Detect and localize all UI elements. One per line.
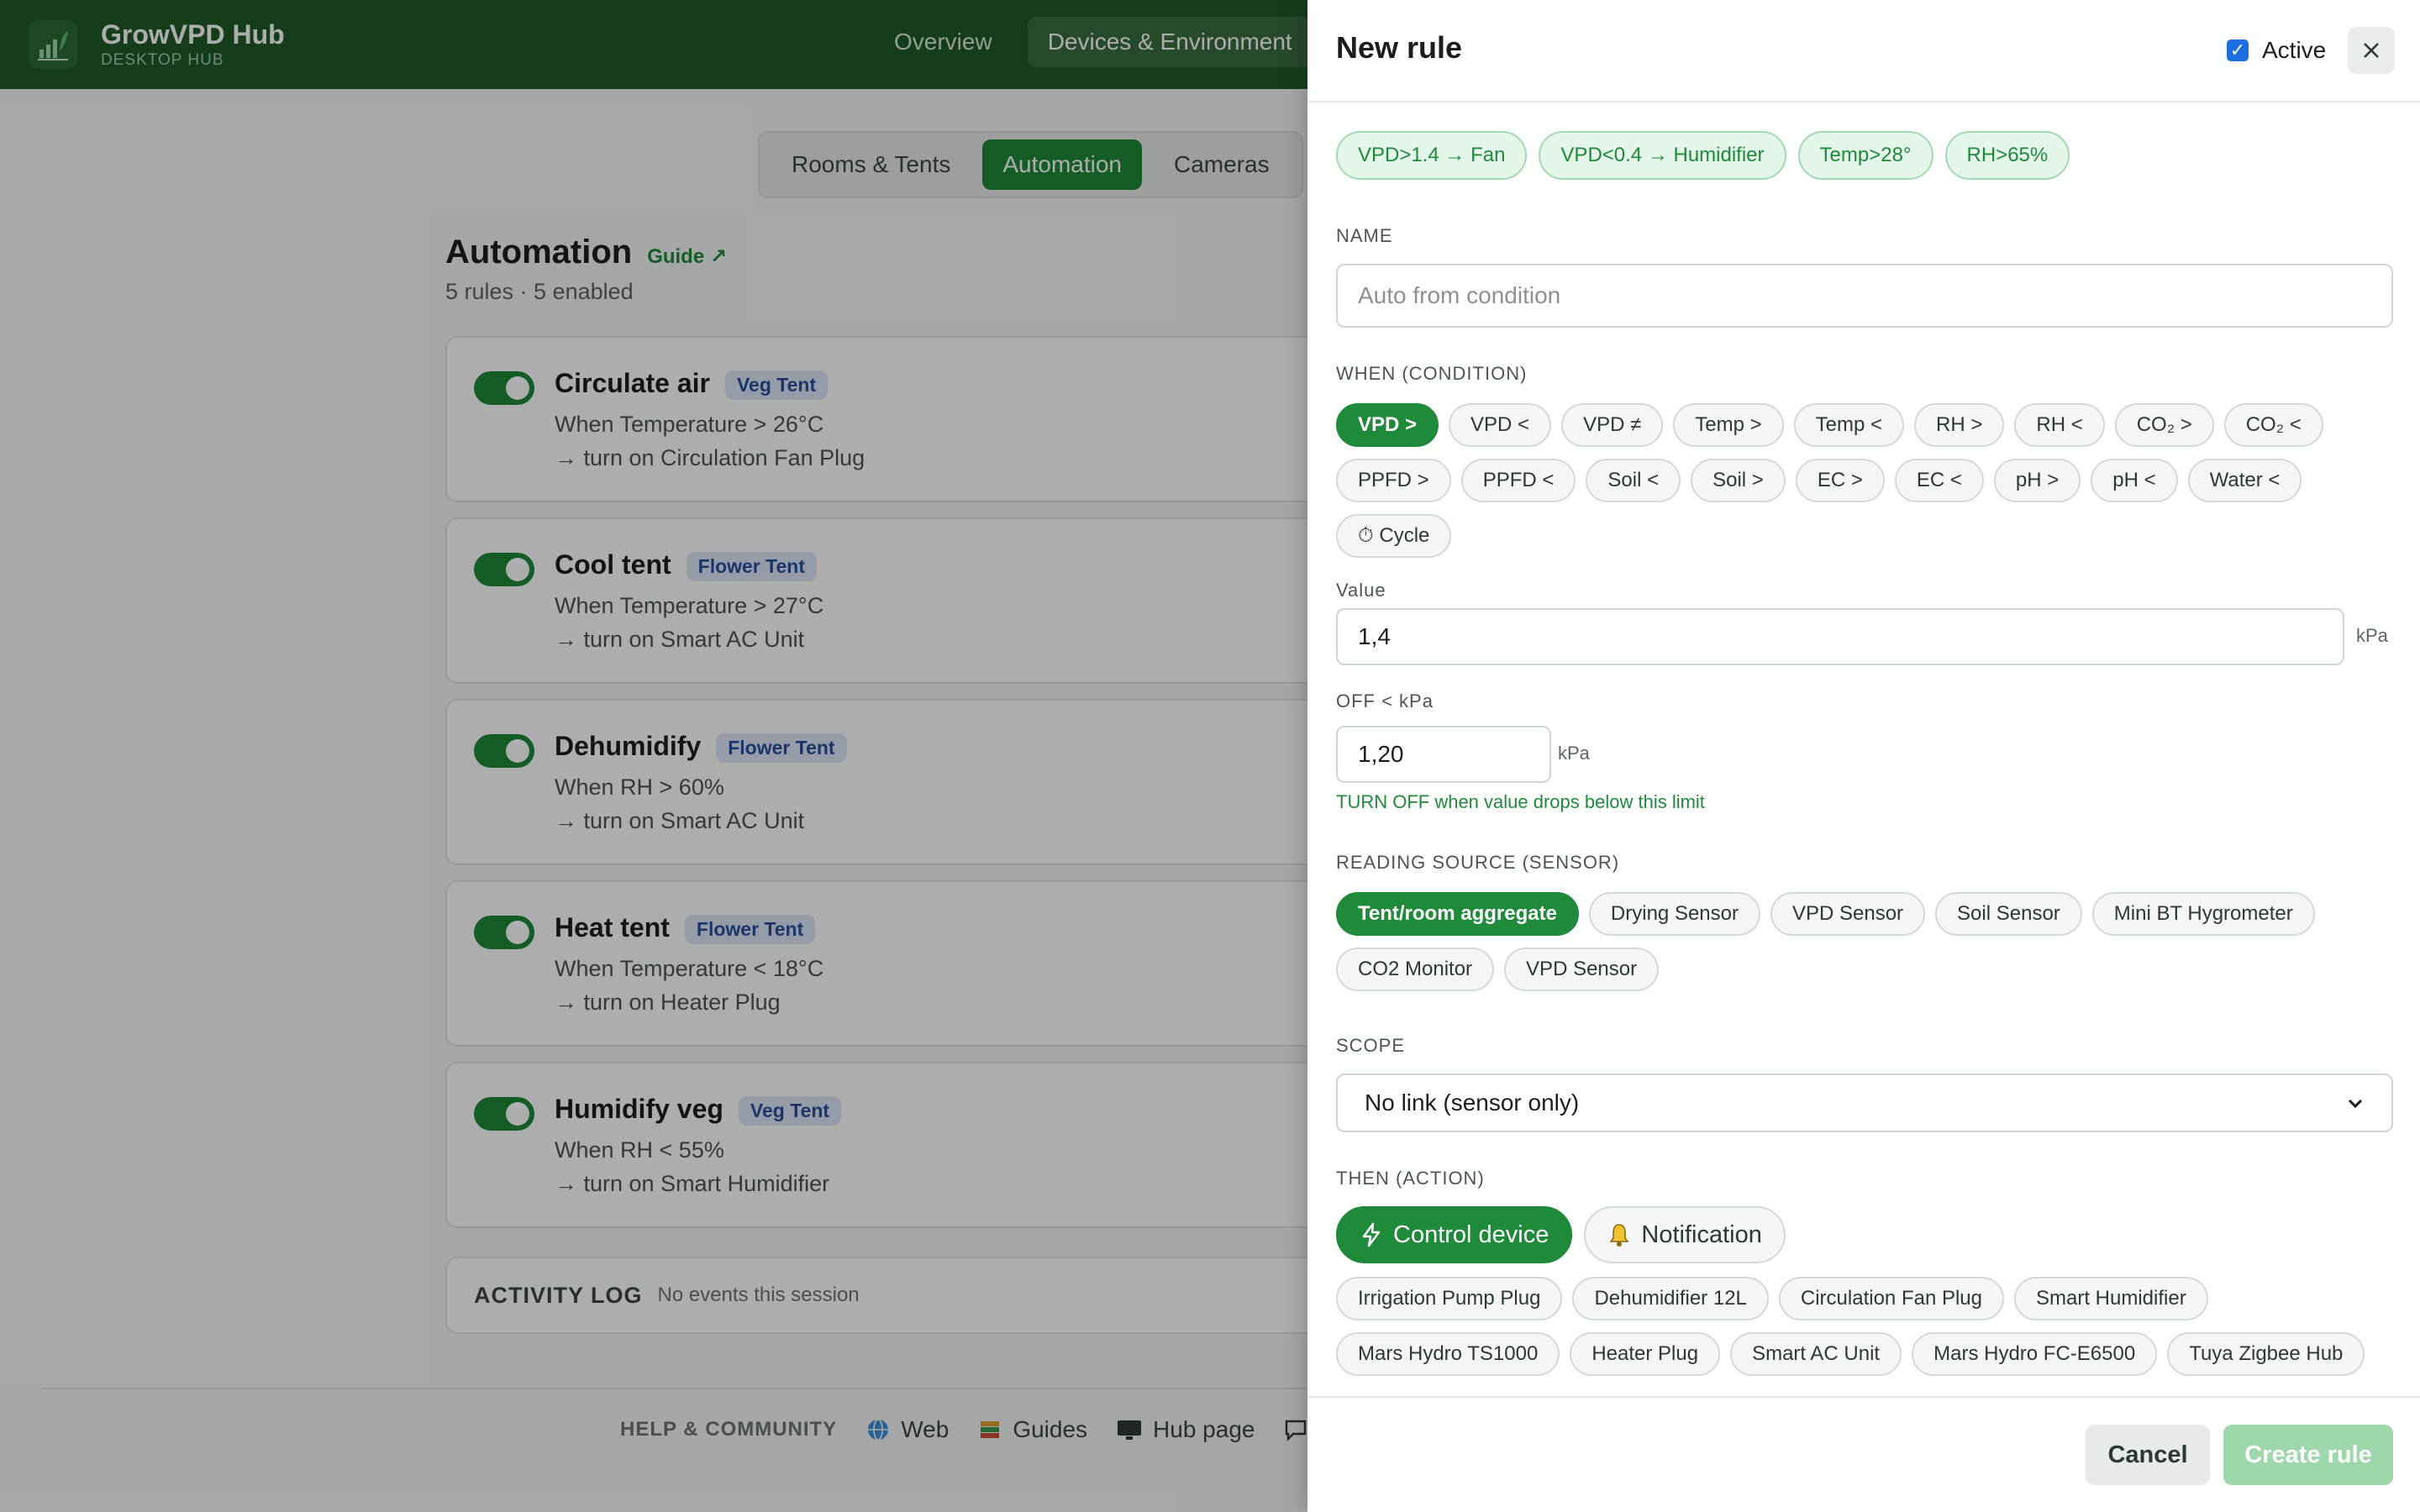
source-chip[interactable]: Drying Sensor (1588, 892, 1760, 936)
value-label: Value (1336, 580, 1386, 601)
condition-chip-rh-lt[interactable]: RH < (2014, 403, 2105, 447)
scope-label: SCOPE (1336, 1035, 1406, 1056)
preset-list: VPD>1.4 → Fan VPD<0.4 → Humidifier Temp>… (1336, 131, 2070, 180)
condition-chip-rh-gt[interactable]: RH > (1914, 403, 2005, 447)
checkbox-checked-icon[interactable]: ✓ (2227, 39, 2249, 61)
app-root: GrowVPD Hub DESKTOP HUB Overview Devices… (0, 0, 2420, 1512)
chevron-down-icon (2348, 1099, 2363, 1109)
lightning-icon (1362, 1222, 1381, 1247)
panel-footer-divider (1307, 1396, 2420, 1398)
preset-chip[interactable]: VPD<0.4 → Humidifier (1539, 131, 1786, 180)
device-chip[interactable]: Mars Hydro TS1000 (1336, 1332, 1560, 1376)
source-chip[interactable]: Mini BT Hygrometer (2091, 892, 2315, 936)
condition-chip-co2-lt[interactable]: CO₂ < (2223, 403, 2323, 447)
source-chip[interactable]: VPD Sensor (1504, 948, 1660, 991)
notification-button[interactable]: Notification (1584, 1206, 1786, 1263)
action-type-buttons: Control device Notification (1336, 1206, 1786, 1263)
notification-label: Notification (1641, 1221, 1762, 1248)
control-device-label: Control device (1393, 1221, 1549, 1248)
off-hint: TURN OFF when value drops below this lim… (1336, 791, 1705, 812)
condition-chip-vpd-ne[interactable]: VPD ≠ (1561, 403, 1664, 447)
condition-chip-ppfd-lt[interactable]: PPFD < (1460, 459, 1576, 502)
new-rule-panel: New rule ✓ Active VPD>1.4 → Fan VPD<0.4 … (1307, 0, 2420, 1512)
condition-chip-temp-gt[interactable]: Temp > (1673, 403, 1784, 447)
condition-chip-ph-lt[interactable]: pH < (2091, 459, 2178, 502)
device-chip[interactable]: Tuya Zigbee Hub (2167, 1332, 2365, 1376)
scope-value: No link (sensor only) (1365, 1089, 1580, 1116)
condition-chip-water-lt[interactable]: Water < (2187, 459, 2302, 502)
condition-chip-ppfd-gt[interactable]: PPFD > (1336, 459, 1451, 502)
source-chip[interactable]: Soil Sensor (1935, 892, 2082, 936)
device-chip[interactable]: Dehumidifier 12L (1572, 1277, 1769, 1320)
preset-chip[interactable]: VPD>1.4 → Fan (1336, 131, 1528, 180)
condition-chip-ph-gt[interactable]: pH > (1993, 459, 2081, 502)
off-unit: kPa (1558, 743, 1590, 764)
source-chips: Tent/room aggregate Drying Sensor VPD Se… (1336, 892, 2403, 991)
condition-chip-ec-lt[interactable]: EC < (1894, 459, 1984, 502)
active-label: Active (2262, 37, 2327, 63)
condition-chip-soil-lt[interactable]: Soil < (1586, 459, 1681, 502)
condition-chip-soil-gt[interactable]: Soil > (1691, 459, 1786, 502)
active-checkbox[interactable]: ✓ Active (2227, 37, 2326, 64)
preset-chip[interactable]: Temp>28° (1797, 131, 1933, 180)
preset-chip[interactable]: RH>65% (1944, 131, 2070, 180)
device-chip[interactable]: Smart AC Unit (1730, 1332, 1902, 1376)
scope-select[interactable]: No link (sensor only) (1336, 1074, 2393, 1132)
close-button[interactable] (2348, 27, 2395, 74)
source-chip-aggregate[interactable]: Tent/room aggregate (1336, 892, 1579, 936)
source-label: READING SOURCE (SENSOR) (1336, 852, 1620, 873)
device-chip[interactable]: Circulation Fan Plug (1778, 1277, 2004, 1320)
condition-chip-temp-lt[interactable]: Temp < (1793, 403, 1904, 447)
condition-chip-vpd-lt[interactable]: VPD < (1449, 403, 1552, 447)
off-threshold-input[interactable] (1336, 726, 1551, 783)
panel-title: New rule (1336, 30, 1463, 65)
condition-chip-co2-gt[interactable]: CO₂ > (2114, 403, 2214, 447)
device-chip[interactable]: Smart Humidifier (2014, 1277, 2208, 1320)
when-label: WHEN (CONDITION) (1336, 363, 1528, 384)
control-device-button[interactable]: Control device (1336, 1206, 1573, 1263)
off-label: OFF < kPa (1336, 690, 1434, 711)
modal-backdrop[interactable] (0, 0, 1307, 1512)
panel-divider (1307, 101, 2420, 102)
name-input[interactable] (1336, 264, 2393, 328)
name-label: NAME (1336, 225, 1393, 246)
source-chip[interactable]: VPD Sensor (1770, 892, 1926, 936)
condition-chip-cycle[interactable]: ⏱ Cycle (1336, 514, 1452, 558)
condition-chip-vpd-gt[interactable]: VPD > (1336, 403, 1439, 447)
bell-icon (1609, 1224, 1629, 1247)
source-chip[interactable]: CO2 Monitor (1336, 948, 1495, 991)
device-chips: Irrigation Pump Plug Dehumidifier 12L Ci… (1336, 1277, 2403, 1376)
device-chip[interactable]: Heater Plug (1570, 1332, 1721, 1376)
device-chip[interactable]: Irrigation Pump Plug (1336, 1277, 1563, 1320)
value-unit: kPa (2356, 625, 2388, 646)
condition-chip-ec-gt[interactable]: EC > (1795, 459, 1885, 502)
device-chip[interactable]: Mars Hydro FC-E6500 (1912, 1332, 2158, 1376)
close-icon (2364, 43, 2379, 58)
create-rule-button[interactable]: Create rule (2223, 1425, 2393, 1485)
cancel-button[interactable]: Cancel (2086, 1425, 2210, 1485)
value-input[interactable] (1336, 608, 2344, 665)
condition-chips: VPD > VPD < VPD ≠ Temp > Temp < RH > RH … (1336, 403, 2403, 558)
then-label: THEN (ACTION) (1336, 1168, 1485, 1189)
